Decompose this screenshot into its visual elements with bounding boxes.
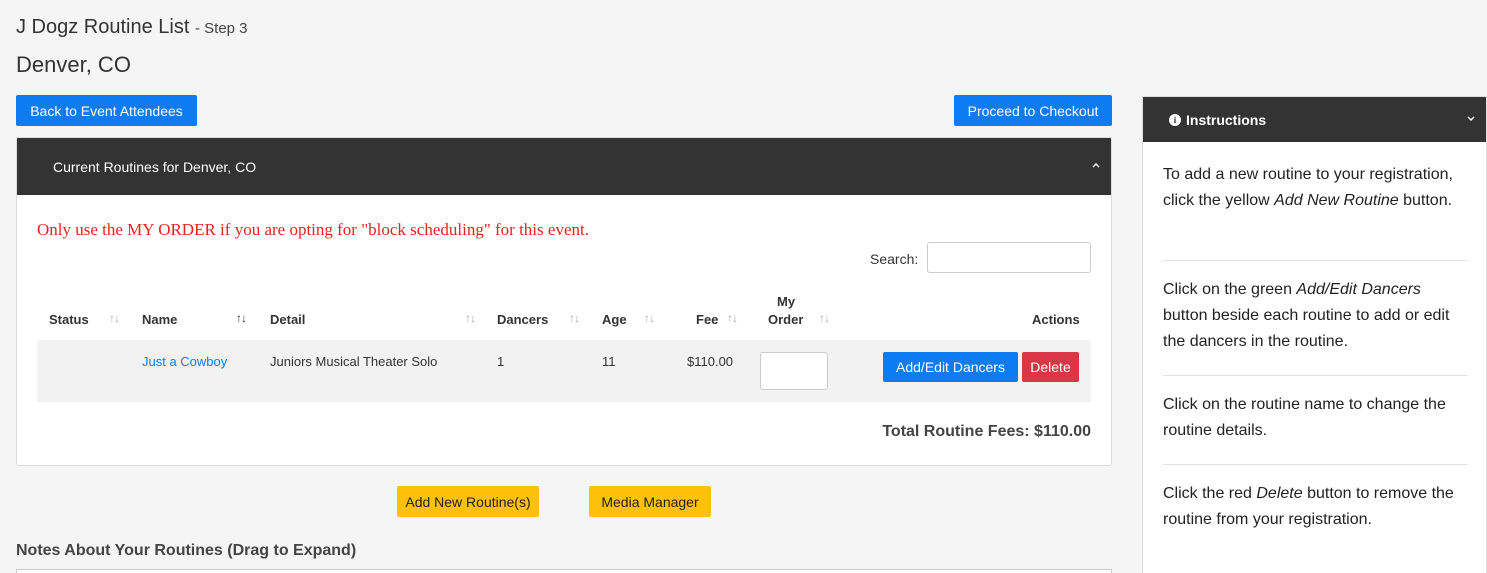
instruction-delete: Click the red Delete button to remove th… — [1163, 481, 1467, 533]
add-new-routine-button[interactable]: Add New Routine(s) — [397, 486, 539, 517]
column-header-age[interactable]: Age — [602, 312, 627, 327]
column-header-dancers[interactable]: Dancers — [497, 312, 548, 327]
column-header-status[interactable]: Status — [49, 312, 89, 327]
search-label: Search: — [870, 251, 919, 267]
sort-icon[interactable]: ↑↓ — [819, 311, 830, 325]
fee-cell: $110.00 — [687, 354, 734, 369]
column-header-fee[interactable]: Fee — [696, 312, 718, 327]
routines-panel-title: Current Routines for Denver, CO — [53, 158, 257, 175]
divider — [1163, 464, 1467, 465]
block-scheduling-warning: Only use the MY ORDER if you are opting … — [37, 220, 589, 239]
sort-icon[interactable]: ↑↓ — [644, 311, 655, 325]
sort-icon[interactable]: ↑↓ — [236, 311, 247, 325]
instruction-emphasis: Delete — [1256, 485, 1303, 502]
total-routine-fees: Total Routine Fees: $110.00 — [882, 423, 1091, 440]
sort-icon[interactable]: ↑↓ — [727, 311, 738, 325]
add-edit-dancers-button[interactable]: Add/Edit Dancers — [883, 352, 1018, 382]
table-row: Just a Cowboy Juniors Musical Theater So… — [37, 340, 1091, 402]
detail-cell: Juniors Musical Theater Solo — [270, 354, 438, 369]
column-header-order[interactable]: Order — [768, 312, 803, 327]
chevron-up-icon[interactable] — [1091, 160, 1101, 170]
instruction-add-dancers: Click on the green Add/Edit Dancers butt… — [1163, 277, 1467, 355]
instruction-text: button. — [1398, 192, 1453, 209]
delete-button[interactable]: Delete — [1022, 352, 1079, 382]
chevron-down-icon[interactable] — [1466, 114, 1476, 124]
column-header-actions: Actions — [1032, 312, 1080, 327]
routines-panel: Current Routines for Denver, CO Only use… — [16, 137, 1112, 466]
step-label: - Step 3 — [194, 20, 248, 37]
page-title: J Dogz Routine List - Step 3 — [16, 16, 248, 39]
search-input[interactable] — [927, 242, 1091, 273]
instructions-panel: i Instructions To add a new routine to y… — [1142, 96, 1487, 573]
sort-icon[interactable]: ↑↓ — [465, 311, 476, 325]
sort-icon[interactable]: ↑↓ — [109, 311, 120, 325]
notes-title: Notes About Your Routines (Drag to Expan… — [16, 542, 357, 559]
back-to-attendees-button[interactable]: Back to Event Attendees — [16, 95, 197, 126]
sort-icon[interactable]: ↑↓ — [569, 311, 580, 325]
instructions-header[interactable]: i Instructions — [1143, 97, 1486, 142]
instruction-add-routine: To add a new routine to your registratio… — [1163, 162, 1467, 214]
my-order-input[interactable] — [760, 352, 828, 390]
instruction-emphasis: Add New Routine — [1274, 192, 1399, 209]
instruction-routine-name: Click on the routine name to change the … — [1163, 396, 1446, 439]
instructions-title: Instructions — [1186, 111, 1267, 128]
column-header-name[interactable]: Name — [142, 312, 177, 327]
instruction-text: Click on the green — [1163, 281, 1297, 298]
instruction-emphasis: Add/Edit Dancers — [1296, 281, 1421, 298]
page-title-text: J Dogz Routine List — [16, 16, 190, 38]
divider — [1163, 260, 1467, 261]
column-header-detail[interactable]: Detail — [270, 312, 305, 327]
divider — [1163, 375, 1467, 376]
instruction-text: Click the red — [1163, 485, 1257, 502]
info-icon: i — [1169, 113, 1181, 126]
column-header-my[interactable]: My — [777, 294, 795, 309]
proceed-to-checkout-button[interactable]: Proceed to Checkout — [954, 95, 1112, 126]
instruction-text: button beside each routine to add or edi… — [1163, 307, 1450, 350]
age-cell: 11 — [602, 354, 616, 369]
notes-textarea[interactable] — [16, 569, 1112, 573]
routine-name-link[interactable]: Just a Cowboy — [142, 354, 227, 369]
location-heading: Denver, CO — [16, 52, 131, 77]
routines-panel-header[interactable]: Current Routines for Denver, CO — [17, 138, 1111, 195]
dancers-cell: 1 — [497, 354, 505, 369]
media-manager-button[interactable]: Media Manager — [589, 486, 711, 517]
